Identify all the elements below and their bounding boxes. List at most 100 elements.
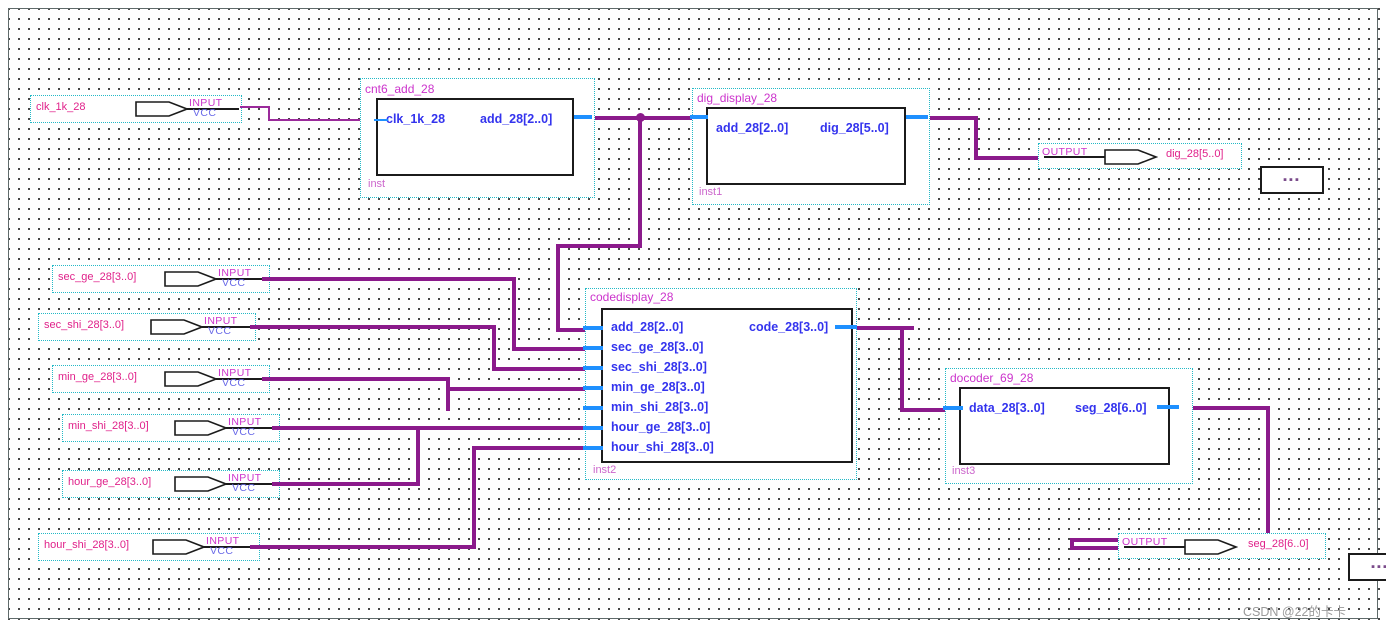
block-input-port-sec_shi_28[interactable]: sec_shi_28[3..0] xyxy=(611,360,707,374)
pin-vcc-label: VCC xyxy=(232,426,256,438)
ellipsis-box-top[interactable]: ▪▪▪ xyxy=(1260,166,1324,194)
port-stub-code-add28 xyxy=(583,326,603,330)
block-dig_display_28[interactable]: dig_display_28 add_28[2..0] dig_28[5..0]… xyxy=(692,88,930,205)
wire-hour_ge-seg2[interactable] xyxy=(416,428,420,486)
block-body xyxy=(959,387,1170,465)
block-input-port-min_ge_28[interactable]: min_ge_28[3..0] xyxy=(611,380,705,394)
block-input-port-clk_1k_28[interactable]: clk_1k_28 xyxy=(386,112,445,126)
block-input-port-add_28[interactable]: add_28[2..0] xyxy=(611,320,683,334)
pin-lead xyxy=(1044,156,1106,158)
pin-label: hour_ge_28[3..0] xyxy=(68,476,152,488)
ellipsis-box-bottom[interactable]: ▪▪▪ xyxy=(1348,553,1386,581)
block-docoder_69_28[interactable]: docoder_69_28 data_28[3..0] seg_28[6..0]… xyxy=(945,368,1193,484)
wire-hour_shi-seg1[interactable] xyxy=(250,545,476,549)
pin-label: min_ge_28[3..0] xyxy=(58,371,137,383)
wire-hour_ge-seg1[interactable] xyxy=(272,482,420,486)
block-codedisplay_28[interactable]: codedisplay_28 add_28[2..0] sec_ge_28[3.… xyxy=(585,288,857,480)
watermark: CSDN @22的卡卡 xyxy=(1243,605,1346,619)
block-title: cnt6_add_28 xyxy=(365,82,435,96)
input-pin-sec_ge_28[interactable]: sec_ge_28[3..0] INPUT VCC xyxy=(52,265,270,293)
wire-min_ge-seg3[interactable] xyxy=(446,387,602,391)
block-instance-name: inst1 xyxy=(699,186,723,198)
wire-dig28-seg3[interactable] xyxy=(974,156,1046,160)
block-input-port-hour_shi_28[interactable]: hour_shi_28[3..0] xyxy=(611,440,714,454)
block-input-port-add_28[interactable]: add_28[2..0] xyxy=(716,121,788,135)
port-stub-code-min_ge xyxy=(583,386,603,390)
block-input-port-data_28[interactable]: data_28[3..0] xyxy=(969,401,1045,415)
block-output-port-seg_28[interactable]: seg_28[6..0] xyxy=(1075,401,1147,415)
block-cnt6_add_28[interactable]: cnt6_add_28 clk_1k_28 add_28[2..0] inst xyxy=(360,78,595,198)
pin-vcc-label: VCC xyxy=(222,277,246,289)
wire-sec_ge-seg1[interactable] xyxy=(262,277,516,281)
input-pin-icon xyxy=(174,476,228,492)
port-stub-cnt6-clk xyxy=(374,119,388,121)
block-title: codedisplay_28 xyxy=(590,290,674,304)
port-stub-code-sec_ge xyxy=(583,346,603,350)
wire-sec_ge-seg2[interactable] xyxy=(512,277,516,351)
pin-label: seg_28[6..0] xyxy=(1248,538,1309,550)
input-pin-icon xyxy=(135,101,189,117)
wire-dig28-seg2[interactable] xyxy=(974,116,978,160)
wire-code28-seg1[interactable] xyxy=(852,326,914,330)
wire-hour_ge-seg3[interactable] xyxy=(416,426,602,430)
block-input-port-min_shi_28[interactable]: min_shi_28[3..0] xyxy=(611,400,708,414)
block-output-port-add_28[interactable]: add_28[2..0] xyxy=(480,112,552,126)
pin-lead xyxy=(1124,546,1186,548)
wire-clk-seg3[interactable] xyxy=(268,119,374,121)
wire-seg28-seg5[interactable] xyxy=(1070,546,1118,550)
pin-label: hour_shi_28[3..0] xyxy=(44,539,130,551)
block-output-port-code_28[interactable]: code_28[3..0] xyxy=(749,320,828,334)
port-stub-code-min_shi xyxy=(583,406,603,410)
input-pin-icon xyxy=(152,539,206,555)
block-body xyxy=(376,98,574,176)
output-pin-icon xyxy=(1184,539,1238,555)
output-pin-icon xyxy=(1104,149,1158,165)
pin-vcc-label: VCC xyxy=(210,545,234,557)
ellipsis-label: ▪▪▪ xyxy=(1371,561,1386,573)
wire-sec_shi-seg1[interactable] xyxy=(250,325,496,329)
input-pin-min_shi_28[interactable]: min_shi_28[3..0] INPUT VCC xyxy=(62,414,280,442)
wire-clk-seg2[interactable] xyxy=(268,106,270,120)
port-stub-code-code28-out xyxy=(835,325,857,329)
wire-add28-down[interactable] xyxy=(638,116,642,248)
block-body xyxy=(706,107,906,185)
wire-add28-left[interactable] xyxy=(556,244,642,248)
port-stub-digdisplay-dig28-out xyxy=(906,115,928,119)
wire-seg28-seg2[interactable] xyxy=(1266,406,1270,542)
block-output-port-dig_28[interactable]: dig_28[5..0] xyxy=(820,121,889,135)
block-title: docoder_69_28 xyxy=(950,371,1034,385)
ellipsis-label: ▪▪▪ xyxy=(1283,174,1301,186)
pin-label: dig_28[5..0] xyxy=(1166,148,1224,160)
input-pin-min_ge_28[interactable]: min_ge_28[3..0] INPUT VCC xyxy=(52,365,270,393)
pin-vcc-label: VCC xyxy=(193,107,217,119)
block-input-port-hour_ge_28[interactable]: hour_ge_28[3..0] xyxy=(611,420,710,434)
port-stub-code-hour_ge xyxy=(583,426,603,430)
port-stub-code-sec_shi xyxy=(583,366,603,370)
pin-label: min_shi_28[3..0] xyxy=(68,420,149,432)
wire-junction-dot xyxy=(636,113,645,122)
wire-min_ge-seg2[interactable] xyxy=(446,377,450,411)
input-pin-hour_shi_28[interactable]: hour_shi_28[3..0] INPUT VCC xyxy=(38,533,260,561)
block-input-port-sec_ge_28[interactable]: sec_ge_28[3..0] xyxy=(611,340,703,354)
output-pin-dig_28[interactable]: OUTPUT dig_28[5..0] xyxy=(1038,143,1242,169)
output-pin-seg_28[interactable]: OUTPUT seg_28[6..0] xyxy=(1118,533,1326,559)
wire-sec_shi-seg2[interactable] xyxy=(492,325,496,371)
block-instance-name: inst3 xyxy=(952,465,976,477)
input-pin-hour_ge_28[interactable]: hour_ge_28[3..0] INPUT VCC xyxy=(62,470,280,498)
wire-code28-seg2[interactable] xyxy=(900,326,904,412)
wire-min_ge-seg1[interactable] xyxy=(262,377,450,381)
input-pin-icon xyxy=(164,371,218,387)
pin-label: sec_ge_28[3..0] xyxy=(58,271,137,283)
port-stub-cnt6-add28-out xyxy=(574,115,592,119)
wire-hour_shi-seg2[interactable] xyxy=(472,446,476,549)
port-stub-code-hour_shi xyxy=(583,446,603,450)
block-instance-name: inst2 xyxy=(593,464,617,476)
schematic-canvas[interactable]: clk_1k_28 INPUT VCC sec_ge_28[3..0] INPU… xyxy=(0,0,1386,627)
pin-vcc-label: VCC xyxy=(208,325,232,337)
wire-clk-seg1[interactable] xyxy=(240,106,270,108)
wire-add28-down2[interactable] xyxy=(556,244,560,332)
input-pin-sec_shi_28[interactable]: sec_shi_28[3..0] INPUT VCC xyxy=(38,313,256,341)
input-pin-clk_1k_28[interactable]: clk_1k_28 INPUT VCC xyxy=(30,95,242,123)
pin-vcc-label: VCC xyxy=(222,377,246,389)
port-stub-docoder-seg28-out xyxy=(1157,405,1179,409)
